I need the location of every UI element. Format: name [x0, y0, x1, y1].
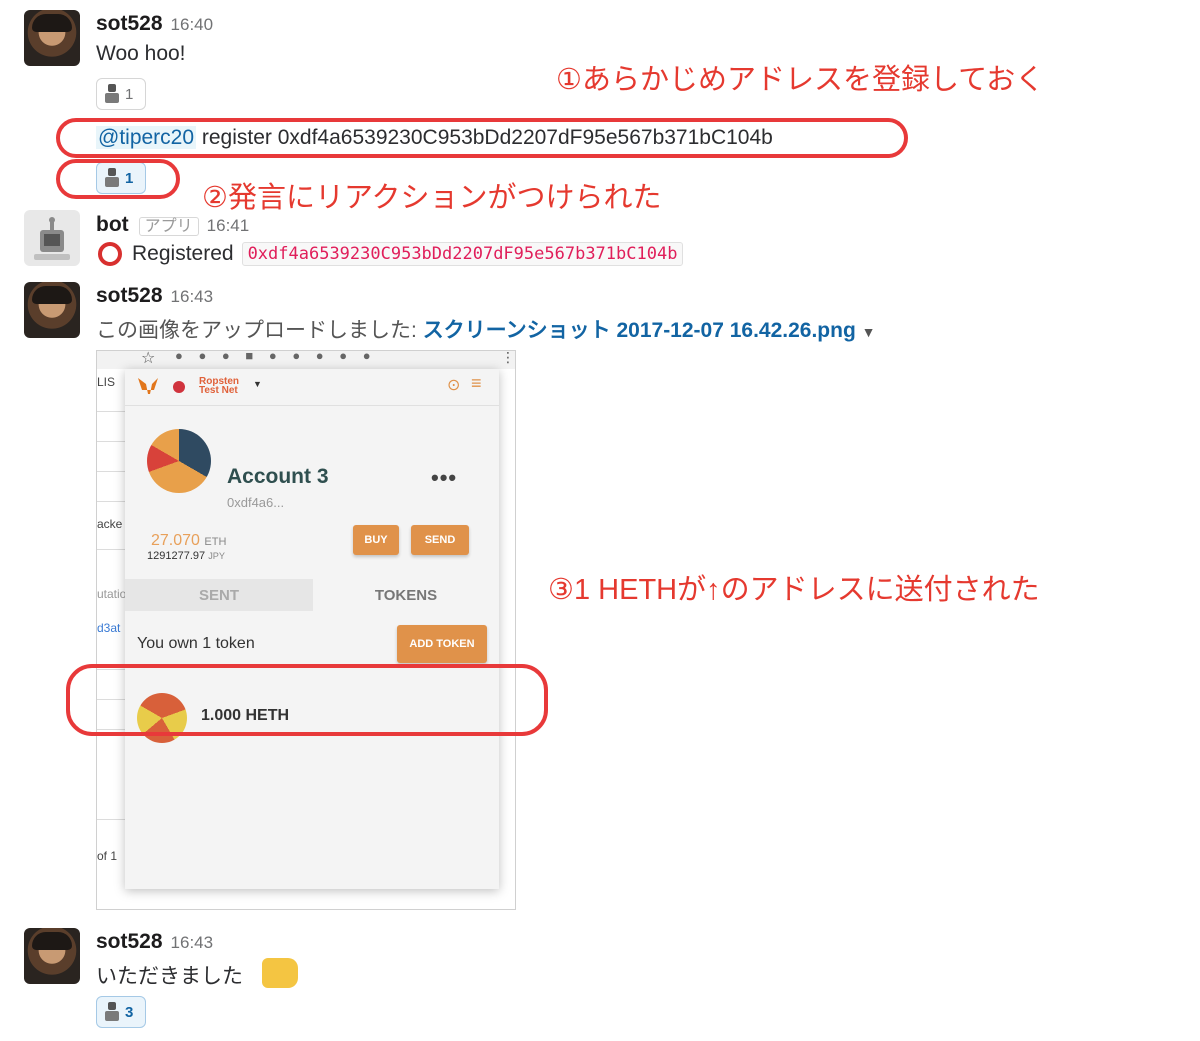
message-timestamp[interactable]: 16:43 [171, 933, 214, 952]
bg-text: of 1 [97, 849, 118, 863]
popup-header: Ropsten Test Net ▼ ⊙ ≡ [125, 369, 499, 406]
network-name[interactable]: Ropsten Test Net [199, 377, 239, 396]
message-timestamp[interactable]: 16:43 [171, 287, 214, 306]
thumbs-up-emoji-icon [262, 958, 298, 988]
annotation-3: ③1 HETHが↑のアドレスに送付された [548, 574, 1040, 606]
tab-sent[interactable]: SENT [125, 579, 313, 611]
highlight-oval [56, 159, 180, 199]
bg-text: utatio [97, 587, 127, 601]
tab-bar: SENT TOKENS [125, 579, 499, 611]
avatar[interactable] [24, 10, 80, 66]
network-indicator [173, 381, 185, 393]
fox-logo-icon [138, 378, 158, 394]
buy-button[interactable]: BUY [353, 525, 399, 555]
bg-text: acke [97, 517, 123, 531]
metamask-popup: Ropsten Test Net ▼ ⊙ ≡ Account 3 0xdf4a6.… [125, 369, 499, 889]
robot-icon [34, 217, 70, 260]
token-count-text: You own 1 token [137, 635, 255, 652]
account-switch-icon[interactable]: ⊙ [447, 375, 460, 395]
annotation-1: ①あらかじめアドレスを登録しておく [556, 64, 1045, 96]
bg-text: d3at [97, 621, 121, 635]
reaction-count: 3 [125, 1003, 134, 1021]
eth-balance: 27.070 ETH [151, 532, 227, 549]
message-text: Registered 0xdf4a6539230C953bDd2207dF95e… [96, 240, 684, 268]
reaction-button[interactable]: 3 [96, 996, 146, 1028]
chevron-down-icon[interactable]: ▼ [862, 324, 876, 340]
account-name: Account 3 [227, 465, 329, 488]
uploaded-image[interactable]: ☆ ● ● ● ■ ● ● ● ● ● ⋮ LIS acke utatio d3… [96, 350, 516, 910]
star-icon: ☆ [141, 350, 156, 367]
bot-avatar[interactable] [24, 210, 80, 266]
browser-toolbar: ☆ ● ● ● ■ ● ● ● ● ● ⋮ [97, 351, 515, 369]
avatar[interactable] [24, 282, 80, 338]
message-text: いただきました [96, 965, 243, 988]
account-identicon [147, 429, 211, 493]
bg-text: LIS [97, 375, 116, 389]
hackerman-emoji-icon [103, 1002, 121, 1022]
message-username[interactable]: sot528 16:43 [96, 284, 213, 308]
add-token-button[interactable]: ADD TOKEN [397, 625, 487, 663]
send-button[interactable]: SEND [411, 525, 469, 555]
reaction-count: 1 [125, 85, 134, 103]
account-address[interactable]: 0xdf4a6... [227, 495, 284, 510]
message-timestamp[interactable]: 16:40 [171, 15, 214, 34]
fiat-balance: 1291277.97 JPY [147, 550, 225, 562]
hamburger-menu-icon[interactable]: ≡ [471, 373, 482, 394]
annotation-2: ②発言にリアクションがつけられた [202, 182, 662, 214]
hackerman-emoji-icon [103, 84, 121, 104]
chevron-down-icon[interactable]: ▼ [253, 379, 262, 389]
message-text: この画像をアップロードしました: スクリーンショット 2017-12-07 16… [96, 319, 876, 342]
avatar[interactable] [24, 928, 80, 984]
address-code: 0xdf4a6539230C953bDd2207dF95e567b371bC10… [241, 242, 684, 266]
tab-tokens[interactable]: TOKENS [313, 579, 499, 611]
menu-icon: ⋮ [501, 350, 515, 365]
highlight-oval [66, 664, 548, 736]
message-username[interactable]: sot528 16:40 [96, 12, 213, 36]
message-timestamp[interactable]: 16:41 [207, 216, 250, 235]
reaction-button[interactable]: 1 [96, 78, 146, 110]
more-options-icon[interactable]: ••• [431, 465, 457, 491]
message-username[interactable]: bot アプリ 16:41 [96, 212, 249, 237]
red-circle-icon [98, 242, 122, 266]
highlight-oval [56, 118, 908, 158]
app-badge: アプリ [138, 217, 199, 236]
message-username[interactable]: sot528 16:43 [96, 930, 213, 954]
extension-icons: ● ● ● ■ ● ● ● ● ● [175, 350, 377, 363]
message-text: Woo hoo! [96, 42, 186, 65]
file-link[interactable]: スクリーンショット 2017-12-07 16.42.26.png [423, 319, 856, 342]
